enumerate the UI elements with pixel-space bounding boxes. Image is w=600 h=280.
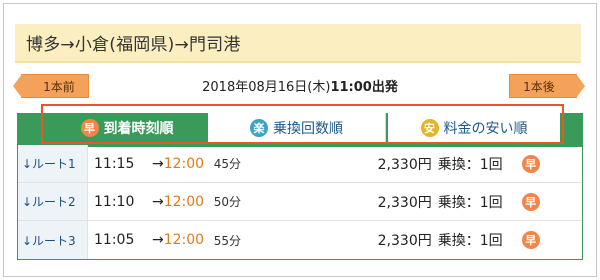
route-result-row[interactable]: ↓ルート2 11:10 → 12:00 50分 2,330円 乗換：1回 早 — [18, 183, 582, 221]
route-results-list: ↓ルート1 11:15 → 12:00 45分 2,330円 乗換：1回 早 ↓… — [17, 145, 583, 260]
travel-duration: 55分 — [213, 233, 242, 248]
departure-time-value: 11:15 — [94, 155, 135, 172]
time-arrow: → — [152, 193, 164, 210]
travel-duration: 50分 — [213, 195, 242, 209]
route-title-text: 博多→小倉(福岡県)→門司港 — [26, 35, 241, 55]
fare-price: 2,330円 — [377, 194, 432, 211]
time-arrow: → — [152, 155, 164, 172]
departure-datetime: 2018年08月16日(木)11:00出発 — [150, 76, 450, 95]
transfer-count: 乗換：1回 — [437, 233, 503, 249]
route-link[interactable]: ↓ルート3 — [18, 221, 88, 259]
arrival-time-value: 12:00 — [163, 193, 205, 210]
departure-time-value: 11:05 — [94, 232, 135, 248]
arrival-time-value: 12:00 — [163, 155, 205, 172]
route-title: 博多→小倉(福岡県)→門司港 — [15, 24, 581, 63]
route-link[interactable]: ↓ルート1 — [18, 145, 88, 182]
transfer-count: 乗換：1回 — [437, 194, 503, 211]
fast-badge-icon: 早 — [521, 154, 540, 173]
arrival-time-value: 12:00 — [163, 232, 205, 248]
fare-price: 2,330円 — [377, 233, 432, 249]
transfer-count: 乗換：1回 — [437, 156, 503, 173]
previous-train-label: 1本前 — [43, 79, 75, 94]
previous-train-button[interactable]: 1本前 — [13, 74, 89, 98]
route-result-row[interactable]: ↓ルート3 11:05 → 12:00 55分 2,330円 乗換：1回 早 — [18, 221, 582, 259]
departure-time-value: 11:10 — [94, 193, 135, 210]
route-link[interactable]: ↓ルート2 — [18, 183, 88, 220]
time-arrow: → — [152, 232, 164, 248]
fast-badge-icon: 早 — [521, 231, 540, 249]
next-train-button[interactable]: 1本後 — [509, 74, 585, 98]
tab-highlight-frame — [41, 104, 564, 144]
fare-price: 2,330円 — [377, 156, 432, 173]
next-train-label: 1本後 — [523, 79, 555, 94]
departure-time: 11:00出発 — [330, 80, 398, 95]
departure-date: 2018年08月16日(木) — [202, 80, 331, 95]
travel-duration: 45分 — [213, 157, 242, 171]
fast-badge-icon: 早 — [521, 192, 540, 211]
route-result-row[interactable]: ↓ルート1 11:15 → 12:00 45分 2,330円 乗換：1回 早 — [18, 145, 582, 183]
